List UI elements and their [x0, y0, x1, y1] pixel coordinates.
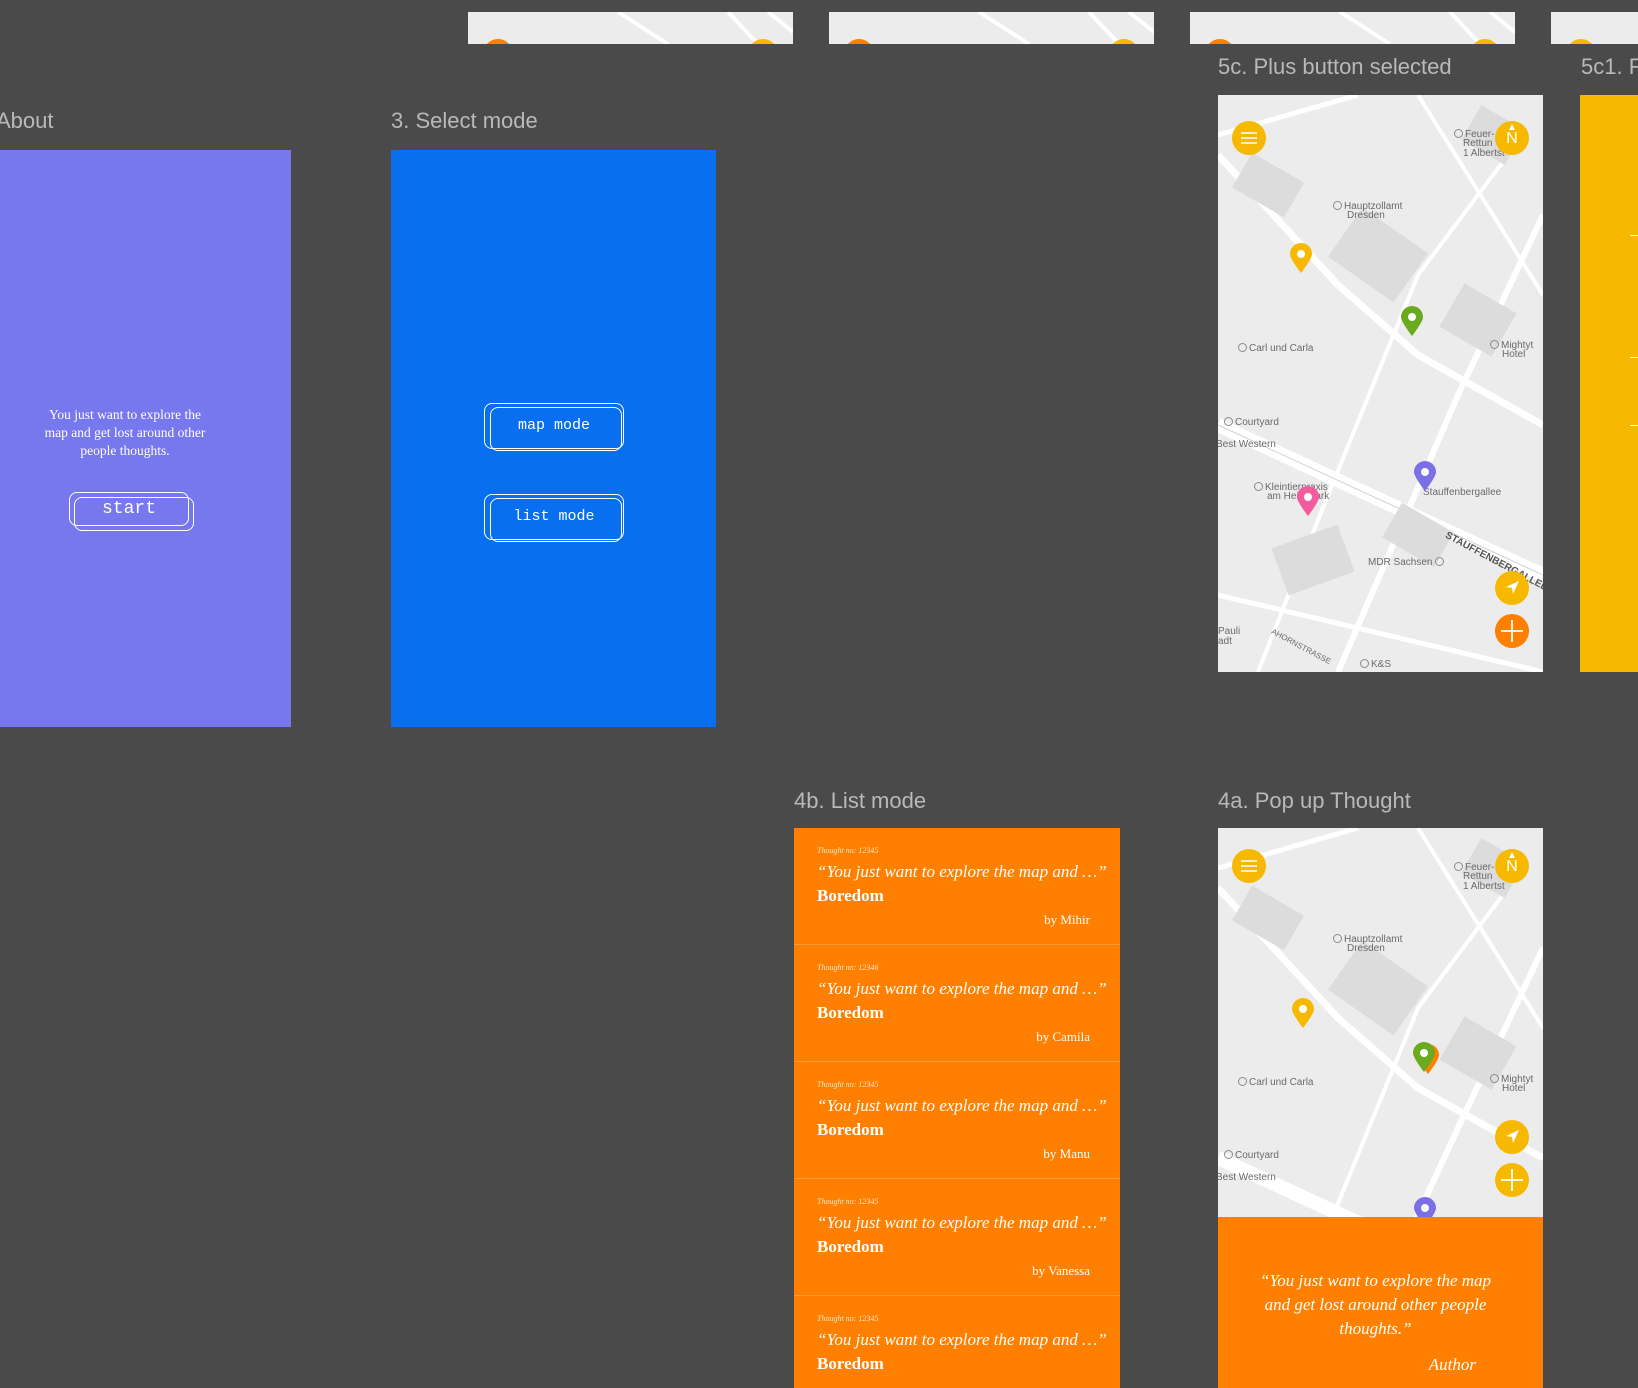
thought-author: by Vanessa — [1032, 1263, 1090, 1278]
compass-letter: N — [1506, 130, 1518, 147]
plus-selected-map-frame: Feuer- Rettun 1 Albertst Hauptzollamt Dr… — [1218, 95, 1543, 672]
thought-author: by Mihir — [1044, 912, 1090, 927]
thought-number: Thought no: 12345 — [817, 1080, 879, 1089]
thought-quote: “You just want to explore the map and …” — [817, 1096, 1107, 1115]
compass-button[interactable]: N — [1495, 849, 1529, 883]
map-pin-icon[interactable] — [1290, 243, 1312, 273]
map-thumbnail — [1569, 39, 1593, 44]
thought-topic: Boredom — [817, 1003, 884, 1022]
poi-courtyard: Courtyard — [1224, 417, 1279, 428]
thought-quote: “You just want to explore the map and …” — [817, 1330, 1107, 1349]
thought-author: by Camila — [1036, 1029, 1090, 1044]
thought-card[interactable]: Thought no: 12345 “You just want to expl… — [794, 828, 1120, 945]
thought-number: Thought no: 12346 — [817, 963, 879, 972]
poi-carl-und-carla: Carl und Carla — [1238, 1077, 1313, 1088]
thought-author: by Manu — [1043, 1146, 1090, 1161]
poi-ks: K&S — [1360, 659, 1391, 670]
map-thumbnail — [847, 12, 1154, 44]
thought-topic: Boredom — [817, 1120, 884, 1139]
top-partial-frame-4 — [1551, 12, 1638, 44]
locate-button[interactable] — [1495, 571, 1529, 605]
menu-button[interactable] — [1232, 121, 1266, 155]
thought-topic: Boredom — [817, 886, 884, 905]
thought-number: Thought no: 12345 — [817, 1197, 879, 1206]
about-text: You just want to explore the map and get… — [44, 407, 206, 458]
partial-frame-label: 5c1. F — [1581, 54, 1638, 79]
select-mode-frame: map mode list mode — [391, 150, 716, 727]
hamburger-menu-icon — [1241, 132, 1257, 144]
thought-number: Thought no: 12345 — [817, 846, 879, 855]
poi-hotel: Hotel — [1502, 1083, 1526, 1094]
compass-letter: N — [1506, 858, 1518, 875]
thought-topic: Boredom — [817, 1237, 884, 1256]
map-pin-icon[interactable] — [1401, 306, 1423, 336]
poi-dresden: Dresden — [1347, 210, 1385, 221]
thought-number: Thought no: 12345 — [817, 1314, 879, 1323]
menu-button[interactable] — [1232, 849, 1266, 883]
map-thumbnail — [1208, 12, 1515, 44]
hamburger-menu-icon — [1241, 860, 1257, 872]
thought-card[interactable]: Thought no: 12345 “You just want to expl… — [794, 1296, 1120, 1388]
partial-form-line — [1630, 235, 1638, 236]
thought-popup[interactable]: “You just want to explore the map and ge… — [1218, 1217, 1543, 1388]
popup-frame-label: 4a. Pop up Thought — [1218, 788, 1411, 813]
poi-carl-und-carla: Carl und Carla — [1238, 343, 1313, 354]
thought-card[interactable]: Thought no: 12345 “You just want to expl… — [794, 1179, 1120, 1296]
top-partial-frame-2 — [829, 12, 1154, 44]
locate-arrow-icon — [1506, 1130, 1519, 1143]
compass-button[interactable]: N — [1495, 121, 1529, 155]
top-partial-frame-3 — [1190, 12, 1515, 44]
poi-adt: adt — [1218, 636, 1232, 647]
plus-icon — [1501, 1169, 1523, 1191]
thought-card[interactable]: Thought no: 12345 “You just want to expl… — [794, 1062, 1120, 1179]
thought-card[interactable]: Thought no: 12346 “You just want to expl… — [794, 945, 1120, 1062]
thought-quote: “You just want to explore the map and …” — [817, 1213, 1107, 1232]
plus-icon — [1501, 620, 1523, 642]
popup-map-frame: Feuer- Rettun 1 Albertst Hauptzollamt Dr… — [1218, 828, 1543, 1388]
poi-albertstadt: 1 Albertst — [1463, 881, 1505, 892]
partial-yellow-frame — [1580, 95, 1638, 672]
plus-button[interactable] — [1495, 1163, 1529, 1197]
map-thumbnail — [486, 12, 793, 44]
about-frame-label: About — [0, 108, 54, 133]
poi-best-western: Best Western — [1218, 1172, 1276, 1183]
map-pin-icon[interactable] — [1414, 461, 1436, 491]
thought-quote: “You just want to explore the map and …” — [817, 979, 1107, 998]
poi-dresden: Dresden — [1347, 943, 1385, 954]
list-mode-frame-label: 4b. List mode — [794, 788, 927, 813]
thought-quote: “You just want to explore the map and …” — [817, 862, 1107, 881]
locate-arrow-icon — [1506, 581, 1519, 594]
list-mode-button[interactable]: list mode — [484, 494, 624, 542]
map-mode-button[interactable]: map mode — [484, 403, 624, 451]
start-button[interactable]: start — [69, 492, 194, 531]
popup-author: Author — [1428, 1355, 1476, 1374]
plus-button[interactable] — [1495, 614, 1529, 648]
map-pin-icon[interactable] — [1297, 486, 1319, 516]
poi-mdr: MDR Sachsen — [1368, 557, 1446, 568]
list-mode-frame: Thought no: 12345 “You just want to expl… — [794, 828, 1120, 1388]
popup-quote: “You just want to explore the map and ge… — [1259, 1271, 1492, 1338]
map-pin-icon[interactable] — [1413, 1042, 1435, 1072]
select-mode-frame-label: 3. Select mode — [391, 108, 538, 133]
about-frame: You just want to explore the map and get… — [0, 150, 291, 727]
poi-hotel: Hotel — [1502, 349, 1526, 360]
poi-best-western: Best Western — [1218, 439, 1276, 450]
locate-button[interactable] — [1495, 1120, 1529, 1154]
map-pin-icon[interactable] — [1292, 998, 1314, 1028]
partial-form-line — [1630, 357, 1638, 358]
partial-form-line — [1630, 425, 1638, 426]
thought-topic: Boredom — [817, 1354, 884, 1373]
top-partial-frame-1 — [468, 12, 793, 44]
poi-courtyard: Courtyard — [1224, 1150, 1279, 1161]
plus-selected-frame-label: 5c. Plus button selected — [1218, 54, 1452, 79]
